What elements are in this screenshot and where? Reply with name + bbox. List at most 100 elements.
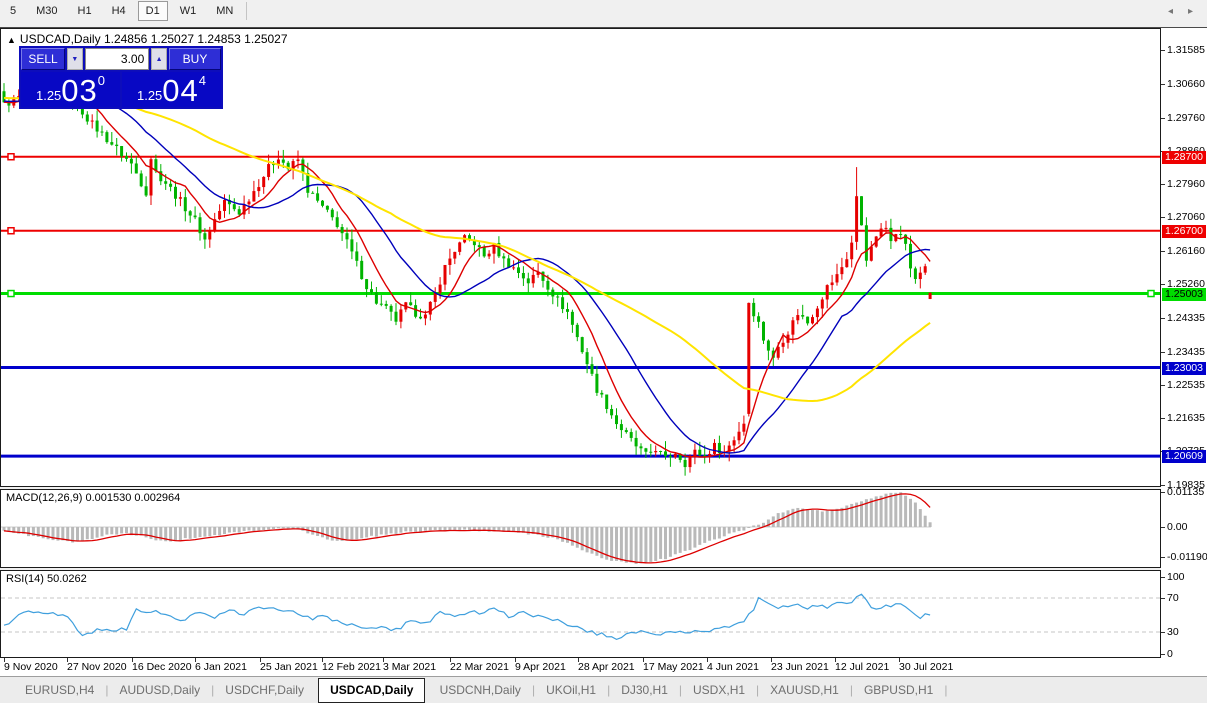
chart-tab-usdcnh[interactable]: USDCNH,Daily — [429, 679, 532, 702]
date-label: 16 Dec 2020 — [132, 661, 192, 673]
ohlc-close: 1.25027 — [244, 32, 288, 46]
timeframe-button-mn[interactable]: MN — [208, 1, 241, 21]
chart-tab-usdcad[interactable]: USDCAD,Daily — [318, 677, 426, 703]
date-label: 12 Jul 2021 — [835, 661, 890, 673]
axis-tick — [1161, 318, 1165, 320]
timeframe-toolbar: 5 M30 H1 H4 D1 W1 MN — [0, 0, 1207, 22]
macd-axis-label: 0.01135 — [1167, 486, 1205, 498]
chart-tab-audusd[interactable]: AUDUSD,Daily — [108, 679, 211, 702]
hline-price-tag: 1.25003 — [1162, 287, 1206, 301]
chart-tab-usdx[interactable]: USDX,H1 — [682, 679, 756, 702]
chart-tab-usdchf[interactable]: USDCHF,Daily — [214, 679, 315, 702]
date-label: 9 Apr 2021 — [515, 661, 566, 673]
timeframe-button-d1[interactable]: D1 — [137, 1, 168, 21]
rsi-canvas[interactable] — [1, 571, 1160, 657]
price-tick-label: 1.30660 — [1167, 78, 1205, 91]
buy-button[interactable]: BUY — [169, 48, 221, 70]
timeframe-button-h4[interactable]: H4 — [104, 1, 134, 21]
tab-scroll-right-icon[interactable]: ▸ — [1188, 6, 1193, 17]
rsi-axis-label: 100 — [1167, 570, 1185, 583]
toolbar-separator — [246, 2, 248, 20]
date-label: 28 Apr 2021 — [578, 661, 635, 673]
axis-tick — [1161, 50, 1165, 51]
rsi-indicator-pane[interactable]: RSI(14) 50.0262 — [0, 570, 1161, 658]
buy-price-display[interactable]: 1.25 04 4 — [122, 72, 221, 107]
price-tick-label: 1.27060 — [1167, 211, 1205, 224]
axis-tick — [1161, 351, 1165, 353]
chart-tab-dj30[interactable]: DJ30,H1 — [610, 679, 679, 702]
axis-tick — [1161, 184, 1165, 186]
hline-price-tag: 1.20609 — [1162, 450, 1206, 464]
date-label: 9 Nov 2020 — [4, 661, 58, 673]
date-label: 3 Mar 2021 — [383, 661, 437, 673]
rsi-label: RSI(14) 50.0262 — [6, 573, 87, 585]
axis-tick — [1161, 598, 1165, 599]
price-chart-pane[interactable]: ▲ USDCAD,Daily 1.24856 1.25027 1.24853 1.… — [0, 28, 1161, 487]
date-label: 30 Jul 2021 — [899, 661, 954, 673]
macd-indicator-pane[interactable]: MACD(12,26,9) 0.001530 0.002964 — [0, 489, 1161, 568]
timeframe-button-5[interactable]: 5 — [2, 1, 24, 21]
price-axis[interactable]: 1.315851.306601.297601.288601.279601.270… — [1161, 28, 1207, 676]
date-label: 17 May 2021 — [643, 661, 704, 673]
date-label: 22 Mar 2021 — [450, 661, 509, 673]
volume-input[interactable]: 3.00 — [84, 48, 150, 70]
chart-tab-xauusd[interactable]: XAUUSD,H1 — [759, 679, 850, 702]
axis-tick — [1161, 484, 1165, 486]
price-tick-label: 1.26160 — [1167, 244, 1205, 257]
hline-price-tag: 1.23003 — [1162, 361, 1206, 375]
hline-price-tag: 1.26700 — [1162, 224, 1206, 238]
volume-decrease-button[interactable]: ▼ — [67, 48, 83, 70]
rsi-axis-label: 70 — [1167, 592, 1179, 604]
date-label: 25 Jan 2021 — [260, 661, 318, 673]
tab-scroll-left-icon[interactable]: ◂ — [1168, 6, 1173, 17]
sell-button[interactable]: SELL — [21, 48, 65, 70]
date-label: 4 Jun 2021 — [707, 661, 759, 673]
axis-tick — [1161, 653, 1165, 655]
axis-tick — [1161, 217, 1165, 219]
tab-separator: | — [944, 683, 948, 697]
timeframe-button-h1[interactable]: H1 — [70, 1, 100, 21]
date-label: 12 Feb 2021 — [322, 661, 381, 673]
timeframe-button-w1[interactable]: W1 — [172, 1, 205, 21]
ohlc-open: 1.24856 — [103, 32, 148, 46]
axis-tick — [1161, 250, 1165, 252]
collapse-arrow-icon[interactable]: ▲ — [7, 35, 16, 45]
axis-tick — [1161, 527, 1165, 528]
price-tick-label: 1.29760 — [1167, 111, 1205, 124]
chart-tab-ukoil[interactable]: UKOil,H1 — [535, 679, 607, 702]
axis-tick — [1161, 384, 1165, 386]
rsi-axis-label: 30 — [1167, 626, 1179, 638]
ohlc-low: 1.24853 — [197, 32, 241, 46]
macd-axis-label: 0.00 — [1167, 521, 1188, 533]
chart-title: ▲ USDCAD,Daily 1.24856 1.25027 1.24853 1.… — [7, 32, 288, 46]
axis-tick — [1161, 576, 1165, 578]
date-label: 23 Jun 2021 — [771, 661, 829, 673]
volume-increase-button[interactable]: ▲ — [151, 48, 167, 70]
axis-tick — [1161, 418, 1165, 420]
price-tick-label: 1.21635 — [1167, 412, 1205, 425]
ohlc-high: 1.25027 — [150, 32, 195, 46]
trading-terminal-window: 5 M30 H1 H4 D1 W1 MN ▲ USDCAD,Daily 1.24856 1.2… — [0, 0, 1207, 703]
price-tick-label: 1.27960 — [1167, 178, 1205, 191]
sell-price-display[interactable]: 1.25 03 0 — [21, 72, 120, 107]
axis-tick — [1161, 84, 1165, 86]
hline-price-tag: 1.28700 — [1162, 150, 1206, 164]
axis-tick — [1161, 632, 1165, 633]
chart-tab-gbpusd[interactable]: GBPUSD,H1 — [853, 679, 944, 702]
macd-axis-label: -0.011904 — [1167, 550, 1207, 563]
rsi-axis-label: 0 — [1167, 647, 1173, 660]
axis-tick — [1161, 117, 1165, 119]
axis-tick — [1161, 284, 1165, 286]
chart-tab-eurusd[interactable]: EURUSD,H4 — [14, 679, 105, 702]
date-label: 6 Jan 2021 — [195, 661, 247, 673]
axis-tick — [1161, 492, 1165, 493]
date-axis[interactable]: 9 Nov 2020 27 Nov 2020 16 Dec 2020 6 Jan 20… — [0, 658, 1161, 676]
price-tick-label: 1.31585 — [1167, 44, 1205, 56]
chart-tab-bar: EURUSD,H4|AUDUSD,Daily|USDCHF,Daily|USDC… — [0, 676, 1207, 703]
timeframe-button-m30[interactable]: M30 — [28, 1, 65, 21]
price-tick-label: 1.24335 — [1167, 312, 1205, 325]
macd-label: MACD(12,26,9) 0.001530 0.002964 — [6, 492, 181, 504]
one-click-trading-panel: SELL ▼ 3.00 ▲ BUY 1.25 03 0 1.25 04 4 — [19, 46, 223, 109]
price-tick-label: 1.22535 — [1167, 378, 1205, 391]
chart-symbol: USDCAD,Daily — [19, 32, 101, 46]
